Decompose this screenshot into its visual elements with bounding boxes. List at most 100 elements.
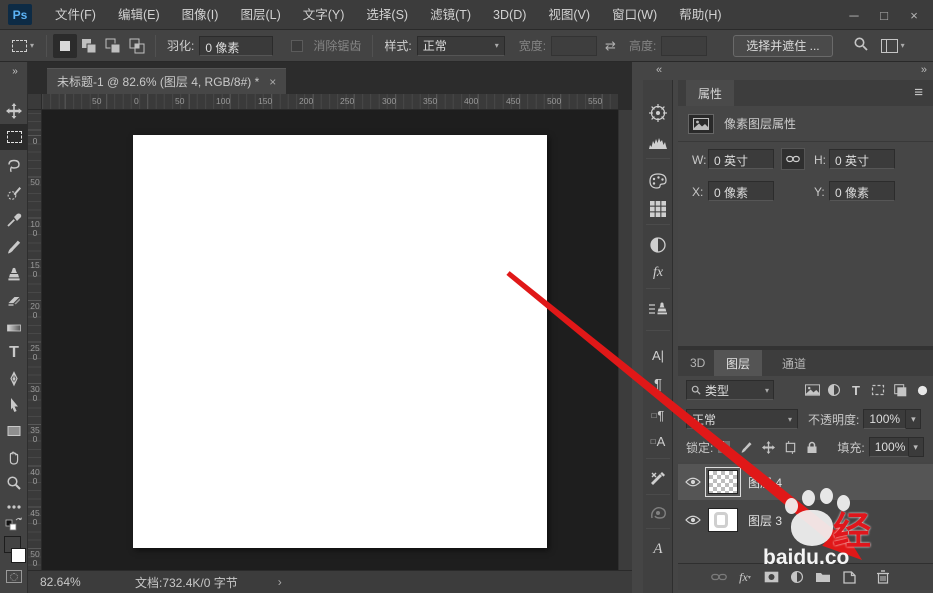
collapse-panels-icon[interactable]: » [921, 64, 927, 76]
w-field[interactable]: 0 英寸 [708, 149, 774, 169]
maximize-icon[interactable]: □ [869, 0, 899, 30]
lock-position-icon[interactable] [757, 437, 779, 457]
clone-stamp-tool[interactable] [0, 261, 28, 287]
tab-3d[interactable]: 3D [678, 350, 717, 376]
tab-properties[interactable]: 属性 [686, 80, 735, 106]
quick-mask-button[interactable] [6, 570, 22, 583]
minimize-icon[interactable]: ─ [839, 0, 869, 30]
canvas-viewport[interactable] [42, 110, 618, 570]
tab-layers[interactable]: 图层 [714, 350, 763, 376]
collapse-strip-icon[interactable]: « [656, 64, 662, 76]
h-field[interactable]: 0 英寸 [829, 149, 895, 169]
brush-tool[interactable] [0, 234, 28, 260]
opacity-caret[interactable]: ▾ [906, 409, 922, 429]
swatches-panel-icon[interactable] [643, 196, 673, 222]
paragraph-styles-panel-icon[interactable]: □ ¶ [643, 402, 673, 428]
layer-row-4[interactable]: 图层 4 [678, 464, 933, 500]
style-dropdown[interactable]: 正常 ▾ [416, 35, 505, 56]
opacity-field[interactable]: 100% [863, 409, 907, 429]
lasso-tool[interactable] [0, 153, 28, 179]
workspace-switcher[interactable]: ▾ [880, 38, 905, 53]
swap-dimensions-icon[interactable]: ⇄ [605, 38, 616, 54]
styles-panel-icon[interactable]: fx [643, 260, 673, 286]
path-selection-tool[interactable] [0, 392, 28, 418]
navigator-icon[interactable] [643, 100, 673, 126]
layer-thumbnail[interactable] [705, 467, 741, 497]
canvas[interactable] [133, 135, 547, 548]
y-field[interactable]: 0 像素 [829, 181, 895, 201]
menu-select[interactable]: 选择(S) [355, 0, 419, 30]
lock-pixels-icon[interactable] [735, 437, 757, 457]
clone-source-panel-icon[interactable] [643, 296, 673, 322]
glyphs-panel-icon[interactable]: A [643, 536, 673, 562]
menu-type[interactable]: 文字(Y) [292, 0, 356, 30]
filter-type-dropdown[interactable]: 类型 ▾ [686, 380, 774, 400]
filter-toggle[interactable] [911, 380, 933, 400]
status-options-icon[interactable]: › [278, 575, 282, 589]
character-styles-panel-icon[interactable]: □ A [643, 428, 673, 454]
height-input[interactable] [661, 35, 708, 56]
add-to-selection-button[interactable] [77, 34, 101, 58]
menu-filter[interactable]: 滤镜(T) [419, 0, 482, 30]
link-layers-icon[interactable] [706, 566, 732, 588]
new-layer-icon[interactable] [836, 566, 862, 588]
menu-window[interactable]: 窗口(W) [601, 0, 668, 30]
close-icon[interactable]: × [899, 0, 929, 30]
horizontal-ruler[interactable]: 50 0 50 100 150 200 250 300 350 400 450 … [42, 94, 618, 110]
filter-type-layers-icon[interactable]: T [845, 380, 867, 400]
layer-thumbnail[interactable] [708, 508, 738, 532]
layer-row-3[interactable]: 图层 3 [678, 502, 933, 538]
tool-presets-panel-icon[interactable] [643, 466, 673, 492]
rectangular-marquee-tool[interactable] [0, 124, 28, 150]
hand-tool[interactable] [0, 444, 28, 470]
select-and-mask-button[interactable]: 选择并遮住 ... [733, 34, 833, 57]
layer-style-fx-icon[interactable]: fx ▾ [732, 566, 758, 588]
menu-edit[interactable]: 编辑(E) [107, 0, 171, 30]
visibility-eye-icon[interactable] [678, 515, 708, 525]
lock-artboard-icon[interactable] [779, 437, 801, 457]
subtract-from-selection-button[interactable] [101, 34, 125, 58]
menu-help[interactable]: 帮助(H) [668, 0, 732, 30]
zoom-level-field[interactable]: 82.64% [40, 575, 110, 589]
visibility-eye-icon[interactable] [678, 477, 708, 487]
x-field[interactable]: 0 像素 [708, 181, 774, 201]
menu-image[interactable]: 图像(I) [171, 0, 230, 30]
filter-pixel-layers-icon[interactable] [801, 380, 823, 400]
vertical-ruler[interactable]: 0 50 100 150 200 250 300 350 400 450 500 [28, 110, 42, 570]
menu-file[interactable]: 文件(F) [44, 0, 107, 30]
character-panel-icon[interactable]: A| [643, 342, 673, 368]
link-dimensions-button[interactable] [781, 148, 805, 170]
eraser-tool[interactable] [0, 288, 28, 314]
close-tab-icon[interactable]: × [269, 75, 276, 89]
filter-smart-objects-icon[interactable] [889, 380, 911, 400]
menu-view[interactable]: 视图(V) [537, 0, 601, 30]
lock-transparent-icon[interactable] [713, 437, 735, 457]
feather-input[interactable]: 0 像素 [199, 35, 274, 56]
layer-name[interactable]: 图层 4 [748, 474, 782, 491]
add-layer-mask-icon[interactable] [758, 566, 784, 588]
layer-name[interactable]: 图层 3 [748, 512, 782, 529]
quick-selection-tool[interactable] [0, 180, 28, 206]
eyedropper-tool[interactable] [0, 207, 28, 233]
color-panel-icon[interactable] [643, 168, 673, 194]
panel-menu-icon[interactable]: ≡ [914, 84, 923, 101]
vertical-scrollbar[interactable] [618, 110, 632, 570]
default-swap-colors-icon[interactable] [0, 514, 28, 532]
rectangle-shape-tool[interactable] [0, 418, 28, 444]
lock-all-icon[interactable] [801, 437, 823, 457]
adjustments-panel-icon[interactable] [643, 232, 673, 258]
background-color-swatch[interactable] [11, 548, 26, 563]
tab-channels[interactable]: 通道 [770, 350, 818, 376]
document-tab[interactable]: 未标题-1 @ 82.6% (图层 4, RGB/8#) * × [47, 68, 287, 94]
type-tool[interactable]: T [0, 340, 28, 366]
gradient-tool[interactable] [0, 315, 28, 341]
new-selection-button[interactable] [53, 33, 77, 58]
histogram-icon[interactable] [643, 130, 673, 156]
blend-mode-dropdown[interactable]: 正常 ▾ [686, 409, 798, 429]
actions-panel-icon[interactable] [643, 500, 673, 526]
fill-field[interactable]: 100% [868, 437, 909, 457]
expand-tools-icon[interactable]: » [0, 64, 28, 78]
paragraph-panel-icon[interactable]: ¶ [643, 371, 673, 397]
menu-3d[interactable]: 3D(D) [482, 0, 537, 30]
move-tool[interactable] [0, 98, 28, 124]
